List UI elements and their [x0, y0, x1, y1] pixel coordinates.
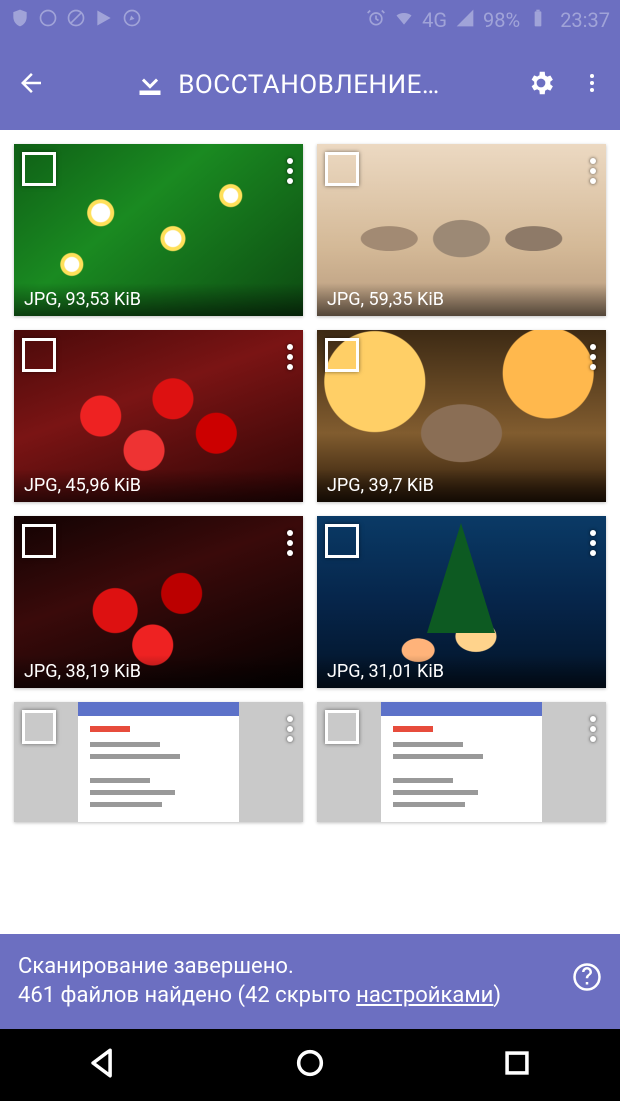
tile-overflow-button[interactable]	[283, 524, 297, 562]
image-tile[interactable]: JPG, 38,19 KiB	[14, 516, 303, 688]
image-tile[interactable]: JPG, 39,7 KiB	[317, 330, 606, 502]
block-icon	[66, 8, 86, 33]
select-checkbox[interactable]	[325, 524, 359, 558]
scan-status-line1: Сканирование завершено.	[18, 954, 294, 979]
system-nav-bar	[0, 1029, 620, 1101]
app-bar: ВОССТАНОВЛЕНИЕ…	[0, 40, 620, 130]
shield-icon	[10, 8, 30, 33]
image-tile[interactable]: JPG, 45,96 KiB	[14, 330, 303, 502]
select-checkbox[interactable]	[325, 152, 359, 186]
settings-link[interactable]: настройками	[356, 983, 493, 1008]
status-left-icons	[10, 8, 142, 33]
scan-status-bar: Сканирование завершено. 461 файлов найде…	[0, 934, 620, 1029]
signal-icon	[455, 8, 475, 33]
circle-badge-icon	[38, 8, 58, 33]
tile-info-label: JPG, 38,19 KiB	[14, 655, 303, 688]
nav-home-button[interactable]	[293, 1046, 327, 1084]
nav-back-button[interactable]	[86, 1046, 120, 1084]
settings-button[interactable]	[526, 68, 556, 102]
app-title-wrap: ВОССТАНОВЛЕНИЕ…	[64, 65, 508, 105]
tile-info-label: JPG, 59,35 KiB	[317, 283, 606, 316]
image-tile[interactable]	[14, 702, 303, 822]
select-checkbox[interactable]	[325, 338, 359, 372]
select-checkbox[interactable]	[22, 710, 56, 744]
help-button[interactable]	[572, 962, 602, 1001]
image-tile[interactable]	[317, 702, 606, 822]
select-checkbox[interactable]	[22, 338, 56, 372]
wifi-icon	[394, 8, 414, 33]
app-title: ВОССТАНОВЛЕНИЕ…	[178, 70, 440, 100]
image-thumbnail	[14, 702, 303, 822]
tile-overflow-button[interactable]	[283, 152, 297, 190]
battery-icon	[528, 8, 548, 33]
scan-status-line2-pre: 461 файлов найдено (42 скрыто	[18, 983, 356, 1008]
image-tile[interactable]: JPG, 93,53 KiB	[14, 144, 303, 316]
image-tile[interactable]: JPG, 59,35 KiB	[317, 144, 606, 316]
compass-icon	[122, 8, 142, 33]
select-checkbox[interactable]	[22, 152, 56, 186]
tile-info-label: JPG, 45,96 KiB	[14, 469, 303, 502]
nav-recent-button[interactable]	[500, 1046, 534, 1084]
tile-overflow-button[interactable]	[283, 338, 297, 376]
network-label: 4G	[422, 8, 447, 32]
battery-label: 98%	[483, 8, 520, 32]
back-button[interactable]	[16, 68, 46, 102]
tile-info-label: JPG, 31,01 KiB	[317, 655, 606, 688]
tile-overflow-button[interactable]	[586, 152, 600, 190]
image-thumbnail	[317, 702, 606, 822]
alarm-icon	[366, 8, 386, 33]
download-icon	[132, 65, 168, 105]
scan-status-line2-post: )	[493, 983, 501, 1008]
play-icon	[94, 8, 114, 33]
tile-info-label: JPG, 93,53 KiB	[14, 283, 303, 316]
scan-status-message: Сканирование завершено. 461 файлов найде…	[18, 952, 558, 1011]
tile-overflow-button[interactable]	[586, 710, 600, 748]
select-checkbox[interactable]	[22, 524, 56, 558]
status-bar: 4G 98% 23:37	[0, 0, 620, 40]
content-area[interactable]: JPG, 93,53 KiB JPG, 59,35 KiB JPG, 45,96 K…	[0, 130, 620, 934]
overflow-menu-button[interactable]	[580, 71, 604, 99]
tile-overflow-button[interactable]	[283, 710, 297, 748]
tile-overflow-button[interactable]	[586, 524, 600, 562]
image-tile[interactable]: JPG, 31,01 KiB	[317, 516, 606, 688]
thumbnail-grid: JPG, 93,53 KiB JPG, 59,35 KiB JPG, 45,96 K…	[0, 130, 620, 836]
tile-overflow-button[interactable]	[586, 338, 600, 376]
tile-info-label: JPG, 39,7 KiB	[317, 469, 606, 502]
select-checkbox[interactable]	[325, 710, 359, 744]
status-time: 23:37	[560, 8, 610, 32]
